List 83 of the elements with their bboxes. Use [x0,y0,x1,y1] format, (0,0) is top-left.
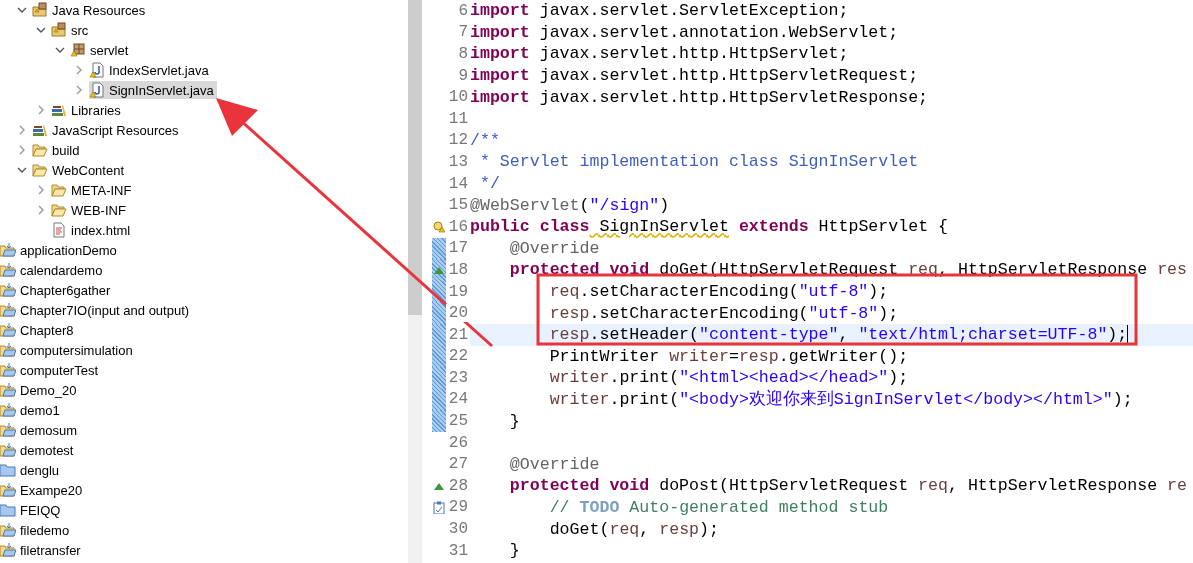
code-line: protected void doPost(HttpServletRequest req, HttpServletResponse re [508,475,1188,497]
package-icon [70,42,86,58]
project-folder-icon [0,402,16,418]
code-line: */ [478,173,501,195]
tree-item[interactable]: filetransfer [0,541,84,559]
override-triangle-icon[interactable] [434,481,444,490]
code-line: } [508,540,521,562]
tree-item[interactable]: Chapter6gather [0,281,114,299]
warning-bulb-icon[interactable] [433,220,445,233]
project-folder-icon [0,442,16,458]
clipboard-icon[interactable] [433,500,445,514]
code-line: import javax.servlet.http.HttpServletRequest; [470,65,920,87]
folder-icon [32,162,48,178]
project-folder-icon [0,242,16,258]
tree-item[interactable]: computerTest [0,361,102,379]
scrollbar[interactable] [408,0,422,563]
code-line: writer.print("<body>欢迎你来到SignInServlet</body></html>"); [548,388,1134,411]
closed-folder-icon [0,462,16,478]
project-folder-icon [0,422,16,438]
tree-item[interactable]: Chapter7IO(input and output) [0,301,193,319]
project-folder-icon [0,302,16,318]
override-triangle-icon[interactable] [434,265,444,274]
folder-icon [51,202,67,218]
scrollbar-thumb[interactable] [408,0,422,315]
java-file-icon [89,82,105,98]
line-number: 20 [446,304,468,323]
tree-item[interactable]: IndexServlet.java [89,61,212,79]
code-line: PrintWriter writer=resp.getWriter(); [548,345,910,368]
code-line: writer.print("<html><head></head>"); [548,367,910,389]
tree-item[interactable]: JavaScript Resources [32,121,182,139]
code-line: doGet(req, resp); [548,518,720,540]
code-line: @Override [508,453,601,476]
tree-item[interactable]: filedemo [0,521,73,539]
tree-item[interactable]: computersimulation [0,341,136,359]
tree-item[interactable]: SignInServlet.java [89,81,217,99]
code-line: resp.setCharacterEncoding("utf-8"); [548,302,900,324]
code-line: @WebServlet("/sign") [470,194,671,216]
code-line: import javax.servlet.http.HttpServlet; [470,43,850,65]
source-folder-icon [32,2,48,18]
tree-item[interactable]: demosum [0,421,81,439]
tree-item[interactable]: WebContent [32,161,128,179]
project-folder-icon [0,542,16,558]
tree-item[interactable]: denglu [0,461,63,479]
folder-icon [51,182,67,198]
tree-item[interactable]: servlet [70,41,132,59]
project-folder-icon [0,322,16,338]
html-file-icon [51,222,67,238]
tree-item[interactable]: FEIQQ [0,501,64,519]
project-folder-icon [0,382,16,398]
code-line: import javax.servlet.ServletException; [470,0,850,22]
code-line: public class SignInServlet extends HttpServlet { [470,216,949,238]
code-line: // TODO Auto-generated method stub [548,496,890,519]
code-line: /** [470,129,501,152]
tree-item[interactable]: calendardemo [0,261,106,279]
source-folder-icon [51,22,67,38]
tree-item[interactable]: META-INF [51,181,135,199]
tree-item[interactable]: demotest [0,441,77,459]
tree-item[interactable]: Demo_20 [0,381,80,399]
tree-item[interactable]: demo1 [0,401,63,419]
tree-item[interactable]: Java Resources [32,1,149,19]
code-line: } [508,410,521,432]
tree-item[interactable]: build [32,141,83,159]
tree-item[interactable]: Exampe20 [0,481,86,499]
project-folder-icon [0,362,16,378]
project-folder-icon [0,342,16,358]
project-folder-icon [0,282,16,298]
java-file-icon [89,62,105,78]
tree-item[interactable]: index.html [51,221,134,239]
code-line: import javax.servlet.annotation.WebServlet; [470,21,900,44]
code-line: * Servlet implementation class SignInServlet [478,151,920,173]
code-line: @Override [508,237,601,260]
tree-item[interactable]: src [51,21,92,39]
tree-item[interactable]: Libraries [51,101,124,119]
project-folder-icon [0,262,16,278]
tree-item[interactable]: applicationDemo [0,241,120,259]
tree-item[interactable]: Chapter8 [0,321,77,339]
closed-folder-icon [0,502,16,518]
project-folder-icon [0,482,16,498]
project-folder-icon [0,522,16,538]
tree-item[interactable]: WEB-INF [51,201,129,219]
code-line: req.setCharacterEncoding("utf-8"); [548,281,890,303]
code-line: import javax.servlet.http.HttpServletResponse; [470,86,930,108]
folder-icon [32,142,48,158]
